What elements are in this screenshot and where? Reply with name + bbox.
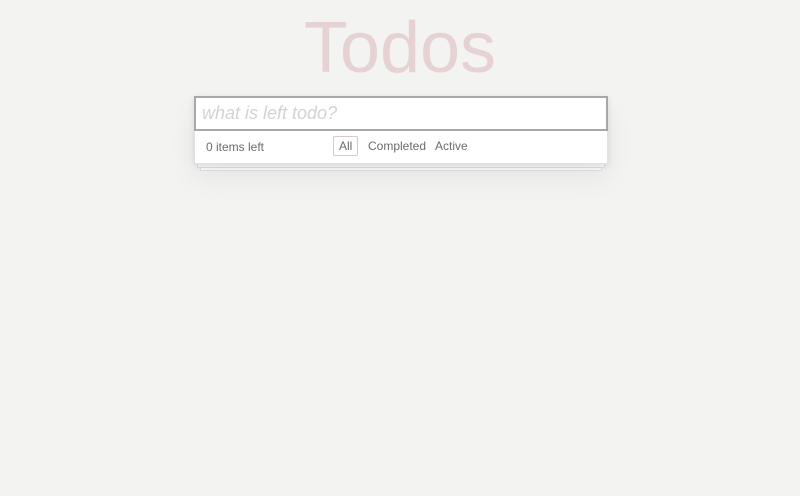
todo-card: 0 items left All Completed Active [194,96,608,164]
filter-all[interactable]: All [333,136,359,156]
app-title: Todos [303,8,497,88]
filter-completed[interactable]: Completed [362,136,432,156]
filter-active[interactable]: Active [429,136,474,156]
new-todo-input[interactable] [194,96,608,131]
items-left-count: 0 items left [206,140,265,154]
todo-footer: 0 items left All Completed Active [194,131,608,164]
